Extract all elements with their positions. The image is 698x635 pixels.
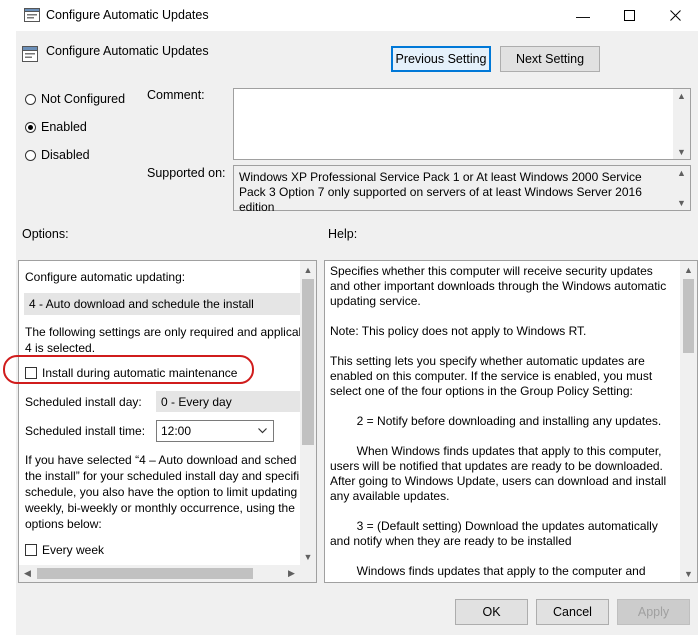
note-text-line2: 4 is selected. (25, 341, 96, 355)
scroll-down-icon[interactable]: ▼ (300, 549, 316, 564)
radio-label: Not Configured (41, 92, 126, 106)
ok-button[interactable]: OK (455, 599, 528, 625)
window-title: Configure Automatic Updates (46, 8, 209, 22)
install-time-value: 12:00 (161, 424, 192, 438)
setting-title: Configure Automatic Updates (46, 44, 209, 58)
comment-field[interactable]: ▲ ▼ (233, 88, 691, 160)
annotation-highlight (3, 355, 254, 384)
configure-updating-dropdown[interactable]: 4 - Auto download and schedule the insta… (24, 293, 304, 315)
scroll-down-icon[interactable]: ▼ (673, 145, 690, 159)
maximize-icon (623, 10, 635, 21)
schedule-text-line: the install” for your scheduled install … (25, 469, 300, 483)
every-week-label: Every week (42, 543, 105, 557)
close-button[interactable] (652, 0, 698, 31)
radio-label: Disabled (41, 148, 90, 162)
scroll-up-icon[interactable]: ▲ (300, 262, 316, 277)
scroll-down-icon[interactable]: ▼ (673, 196, 690, 210)
checkbox-box[interactable] (25, 544, 37, 556)
options-panel: Configure automatic updating: 4 - Auto d… (18, 260, 317, 583)
install-day-value: 0 - Every day (161, 394, 232, 409)
radio-indicator[interactable] (25, 121, 36, 133)
options-horizontal-scrollbar[interactable]: ◀ ▶ (19, 565, 300, 582)
next-setting-button[interactable]: Next Setting (500, 46, 600, 72)
radio-not-configured[interactable]: Not Configured (25, 92, 125, 106)
policy-setting-icon (24, 8, 40, 22)
scroll-thumb[interactable] (302, 279, 314, 445)
close-icon (669, 10, 681, 21)
radio-indicator[interactable] (25, 149, 36, 161)
title-bar[interactable]: Configure Automatic Updates — (0, 0, 698, 31)
cancel-button[interactable]: Cancel (536, 599, 609, 625)
radio-label: Enabled (41, 120, 87, 134)
radio-indicator[interactable] (25, 93, 36, 105)
policy-setting-icon (22, 46, 38, 62)
schedule-text-line: options below: (25, 517, 102, 531)
help-panel: Specifies whether this computer will rec… (324, 260, 698, 583)
radio-enabled[interactable]: Enabled (25, 120, 87, 134)
options-label: Options: (22, 227, 69, 241)
configure-updating-label: Configure automatic updating: (25, 270, 186, 284)
comment-scrollbar[interactable]: ▲ ▼ (673, 89, 690, 159)
install-day-label: Scheduled install day: (25, 395, 142, 409)
minimize-icon: — (576, 7, 590, 24)
help-text: Specifies whether this computer will rec… (330, 264, 667, 578)
scroll-left-icon[interactable]: ◀ (20, 565, 35, 582)
schedule-text-line: If you have selected “4 – Auto download … (25, 453, 297, 467)
scroll-down-icon[interactable]: ▼ (680, 566, 697, 581)
apply-button[interactable]: Apply (617, 599, 690, 625)
scroll-up-icon[interactable]: ▲ (673, 89, 690, 103)
note-text-line1: The following settings are only required… (25, 325, 302, 339)
scroll-thumb[interactable] (683, 279, 694, 353)
supported-on-value: Windows XP Professional Service Pack 1 o… (239, 170, 642, 214)
maximize-button[interactable] (606, 0, 652, 31)
scroll-up-icon[interactable]: ▲ (673, 166, 690, 180)
minimize-button[interactable]: — (560, 0, 606, 31)
help-scrollbar[interactable]: ▲ ▼ (680, 261, 697, 582)
help-label: Help: (328, 227, 358, 241)
schedule-text-line: schedule, you also have the option to li… (25, 485, 298, 499)
chevron-down-icon (258, 428, 267, 434)
scroll-up-icon[interactable]: ▲ (680, 262, 697, 277)
configure-updating-value: 4 - Auto download and schedule the insta… (29, 297, 254, 311)
scroll-corner (300, 565, 316, 582)
scroll-thumb[interactable] (37, 568, 253, 579)
install-time-label: Scheduled install time: (25, 424, 146, 438)
options-vertical-scrollbar[interactable]: ▲ ▼ (300, 261, 316, 565)
comment-label: Comment: (147, 88, 205, 102)
supported-on-field: Windows XP Professional Service Pack 1 o… (233, 165, 691, 214)
scroll-right-icon[interactable]: ▶ (284, 565, 299, 582)
supported-scrollbar[interactable]: ▲ ▼ (673, 166, 690, 210)
install-day-dropdown[interactable]: 0 - Every day (156, 391, 304, 412)
install-time-dropdown[interactable]: 12:00 (156, 420, 274, 442)
schedule-text-line: weekly, bi-weekly or monthly occurrence,… (25, 501, 295, 515)
previous-setting-button[interactable]: Previous Setting (391, 46, 491, 72)
radio-disabled[interactable]: Disabled (25, 148, 90, 162)
supported-on-label: Supported on: (147, 166, 226, 180)
every-week-checkbox[interactable]: Every week (25, 542, 104, 558)
